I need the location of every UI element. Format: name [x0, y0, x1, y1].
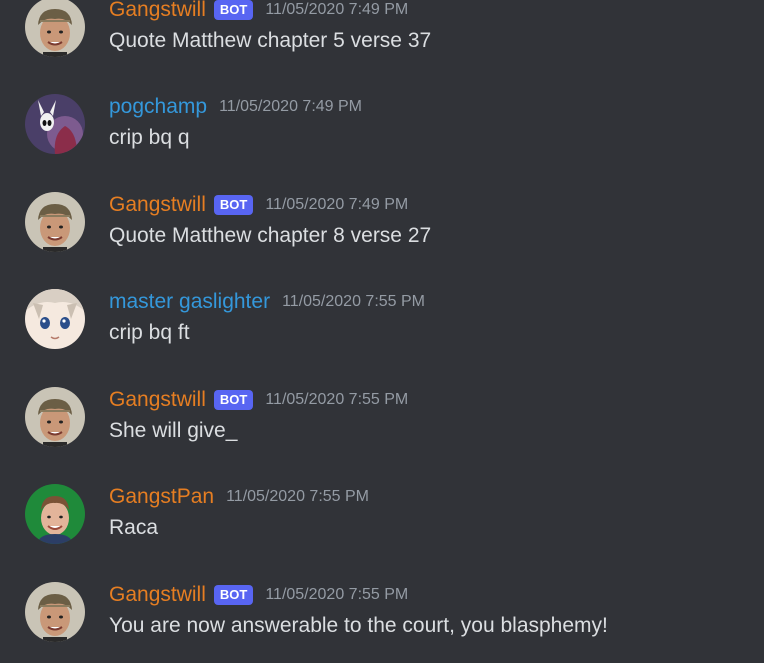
message: Gangstwill BOT 11/05/2020 7:49 PM Quote …: [0, 192, 764, 268]
message-content: crip bq q: [109, 126, 190, 149]
message: GangstPan 11/05/2020 7:55 PM Raca: [0, 484, 764, 560]
message-header: GangstPan 11/05/2020 7:55 PM: [109, 484, 369, 510]
hollow-knight-avatar[interactable]: [25, 94, 85, 154]
username[interactable]: Gangstwill: [109, 0, 206, 23]
timestamp[interactable]: 11/05/2020 7:55 PM: [265, 582, 408, 608]
message: Gangstwill BOT 11/05/2020 7:55 PM She wi…: [0, 387, 764, 463]
timestamp[interactable]: 11/05/2020 7:49 PM: [219, 94, 362, 120]
username[interactable]: master gaslighter: [109, 289, 270, 315]
timestamp[interactable]: 11/05/2020 7:49 PM: [265, 192, 408, 218]
message-content: Quote Matthew chapter 8 verse 27: [109, 224, 432, 247]
message-header: pogchamp 11/05/2020 7:49 PM: [109, 94, 362, 120]
timestamp[interactable]: 11/05/2020 7:55 PM: [226, 484, 369, 510]
username[interactable]: Gangstwill: [109, 192, 206, 218]
message-header: Gangstwill BOT 11/05/2020 7:55 PM: [109, 387, 408, 413]
username[interactable]: GangstPan: [109, 484, 214, 510]
bot-badge: BOT: [213, 195, 254, 215]
bot-badge: BOT: [213, 390, 254, 410]
gangstwill-avatar[interactable]: [25, 387, 85, 447]
timestamp[interactable]: 11/05/2020 7:49 PM: [265, 0, 408, 23]
message-content: Raca: [109, 516, 159, 539]
message-header: master gaslighter 11/05/2020 7:55 PM: [109, 289, 425, 315]
message: Gangstwill BOT 11/05/2020 7:49 PM Quote …: [0, 0, 764, 73]
message-content: Quote Matthew chapter 5 verse 37: [109, 29, 432, 52]
message-content: She will give_: [109, 419, 238, 442]
message-list: Gangstwill BOT 11/05/2020 7:49 PM Quote …: [0, 0, 764, 663]
timestamp[interactable]: 11/05/2020 7:55 PM: [265, 387, 408, 413]
gangstwill-avatar[interactable]: [25, 582, 85, 642]
message: master gaslighter 11/05/2020 7:55 PM cri…: [0, 289, 764, 365]
username[interactable]: pogchamp: [109, 94, 207, 120]
bot-badge: BOT: [213, 0, 254, 20]
bot-badge: BOT: [213, 585, 254, 605]
message: Gangstwill BOT 11/05/2020 7:55 PM You ar…: [0, 582, 764, 658]
username[interactable]: Gangstwill: [109, 582, 206, 608]
message-content: You are now answerable to the court, you…: [109, 614, 608, 637]
gangstwill-avatar[interactable]: [25, 192, 85, 252]
message: pogchamp 11/05/2020 7:49 PM crip bq q: [0, 94, 764, 170]
message-header: Gangstwill BOT 11/05/2020 7:49 PM: [109, 0, 408, 23]
message-content: crip bq ft: [109, 321, 190, 344]
message-header: Gangstwill BOT 11/05/2020 7:55 PM: [109, 582, 408, 608]
gangstwill-avatar[interactable]: [25, 0, 85, 57]
username[interactable]: Gangstwill: [109, 387, 206, 413]
timestamp[interactable]: 11/05/2020 7:55 PM: [282, 289, 425, 315]
anime-face-avatar[interactable]: [25, 289, 85, 349]
message-header: Gangstwill BOT 11/05/2020 7:49 PM: [109, 192, 408, 218]
gangstpan-avatar[interactable]: [25, 484, 85, 544]
